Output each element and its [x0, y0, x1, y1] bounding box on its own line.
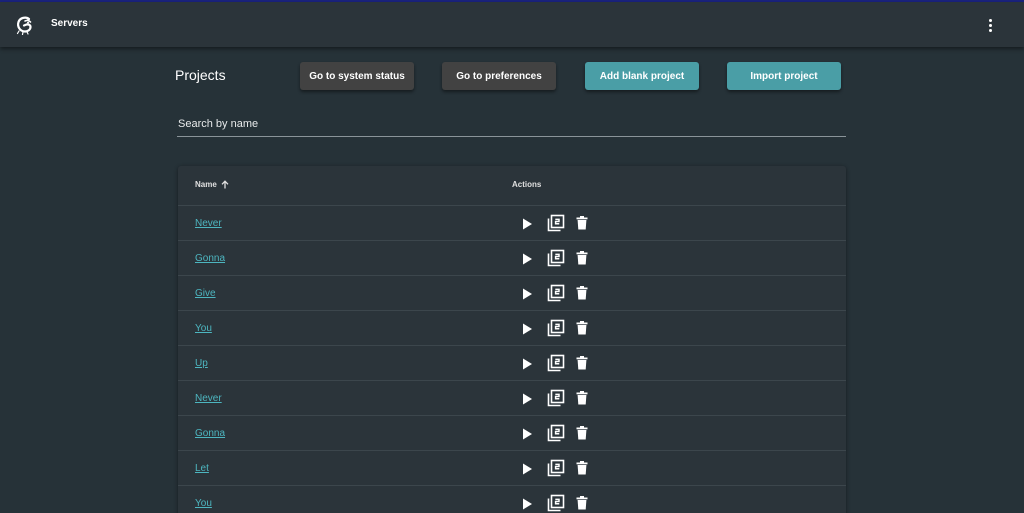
- table-row: You: [178, 311, 846, 346]
- go-to-preferences-button[interactable]: Go to preferences: [442, 62, 556, 90]
- table-row: Never: [178, 206, 846, 241]
- play-icon[interactable]: [521, 217, 533, 231]
- play-icon[interactable]: [521, 322, 533, 336]
- row-actions: [521, 249, 588, 267]
- column-header-name[interactable]: Name: [195, 180, 229, 189]
- project-name-link[interactable]: Give: [195, 288, 216, 299]
- column-header-name-label: Name: [195, 180, 217, 189]
- duplicate-icon[interactable]: [547, 389, 565, 407]
- play-icon[interactable]: [521, 427, 533, 441]
- delete-icon[interactable]: [576, 461, 588, 475]
- duplicate-icon[interactable]: [547, 494, 565, 512]
- project-name-link[interactable]: Gonna: [195, 428, 225, 439]
- row-actions: [521, 424, 588, 442]
- gremlin-logo-icon[interactable]: [15, 15, 35, 35]
- delete-icon[interactable]: [576, 496, 588, 510]
- table-row: Let: [178, 451, 846, 486]
- duplicate-icon[interactable]: [547, 319, 565, 337]
- app-title: Servers: [51, 18, 88, 29]
- more-vert-icon[interactable]: [980, 14, 1000, 36]
- duplicate-icon[interactable]: [547, 214, 565, 232]
- duplicate-icon[interactable]: [547, 354, 565, 372]
- search-field: [177, 112, 847, 137]
- project-name-link[interactable]: Never: [195, 393, 222, 404]
- play-icon[interactable]: [521, 497, 533, 511]
- top-toolbar: Servers: [0, 2, 1024, 47]
- table-row: Never: [178, 381, 846, 416]
- row-actions: [521, 319, 588, 337]
- app-window: Servers Projects Go to system status Go …: [0, 0, 1024, 513]
- delete-icon[interactable]: [576, 216, 588, 230]
- delete-icon[interactable]: [576, 321, 588, 335]
- table-row: You: [178, 486, 846, 513]
- import-project-button[interactable]: Import project: [727, 62, 841, 90]
- play-icon[interactable]: [521, 357, 533, 371]
- project-name-link[interactable]: You: [195, 498, 212, 509]
- add-blank-project-button[interactable]: Add blank project: [585, 62, 699, 90]
- column-header-actions: Actions: [512, 180, 542, 189]
- play-icon[interactable]: [521, 287, 533, 301]
- table-row: Up: [178, 346, 846, 381]
- row-actions: [521, 354, 588, 372]
- table-row: Give: [178, 276, 846, 311]
- row-actions: [521, 459, 588, 477]
- table-body: Never Gonna Give You Up Never Gonna Let You: [178, 206, 846, 513]
- delete-icon[interactable]: [576, 426, 588, 440]
- project-name-link[interactable]: Never: [195, 218, 222, 229]
- project-name-link[interactable]: You: [195, 323, 212, 334]
- duplicate-icon[interactable]: [547, 459, 565, 477]
- duplicate-icon[interactable]: [547, 249, 565, 267]
- go-to-system-status-button[interactable]: Go to system status: [300, 62, 414, 90]
- play-icon[interactable]: [521, 252, 533, 266]
- project-name-link[interactable]: Let: [195, 463, 209, 474]
- row-actions: [521, 214, 588, 232]
- row-actions: [521, 284, 588, 302]
- delete-icon[interactable]: [576, 391, 588, 405]
- duplicate-icon[interactable]: [547, 424, 565, 442]
- table-row: Gonna: [178, 416, 846, 451]
- table-row: Gonna: [178, 241, 846, 276]
- play-icon[interactable]: [521, 462, 533, 476]
- delete-icon[interactable]: [576, 251, 588, 265]
- project-name-link[interactable]: Gonna: [195, 253, 225, 264]
- row-actions: [521, 494, 588, 512]
- delete-icon[interactable]: [576, 356, 588, 370]
- duplicate-icon[interactable]: [547, 284, 565, 302]
- search-input[interactable]: [177, 112, 847, 136]
- projects-table: Name Actions Never Gonna Give You Up Never Gon…: [178, 166, 846, 513]
- table-header: Name Actions: [178, 166, 846, 206]
- project-name-link[interactable]: Up: [195, 358, 208, 369]
- row-actions: [521, 389, 588, 407]
- arrow-upward-icon: [221, 180, 229, 189]
- delete-icon[interactable]: [576, 286, 588, 300]
- page-title: Projects: [175, 67, 226, 83]
- play-icon[interactable]: [521, 392, 533, 406]
